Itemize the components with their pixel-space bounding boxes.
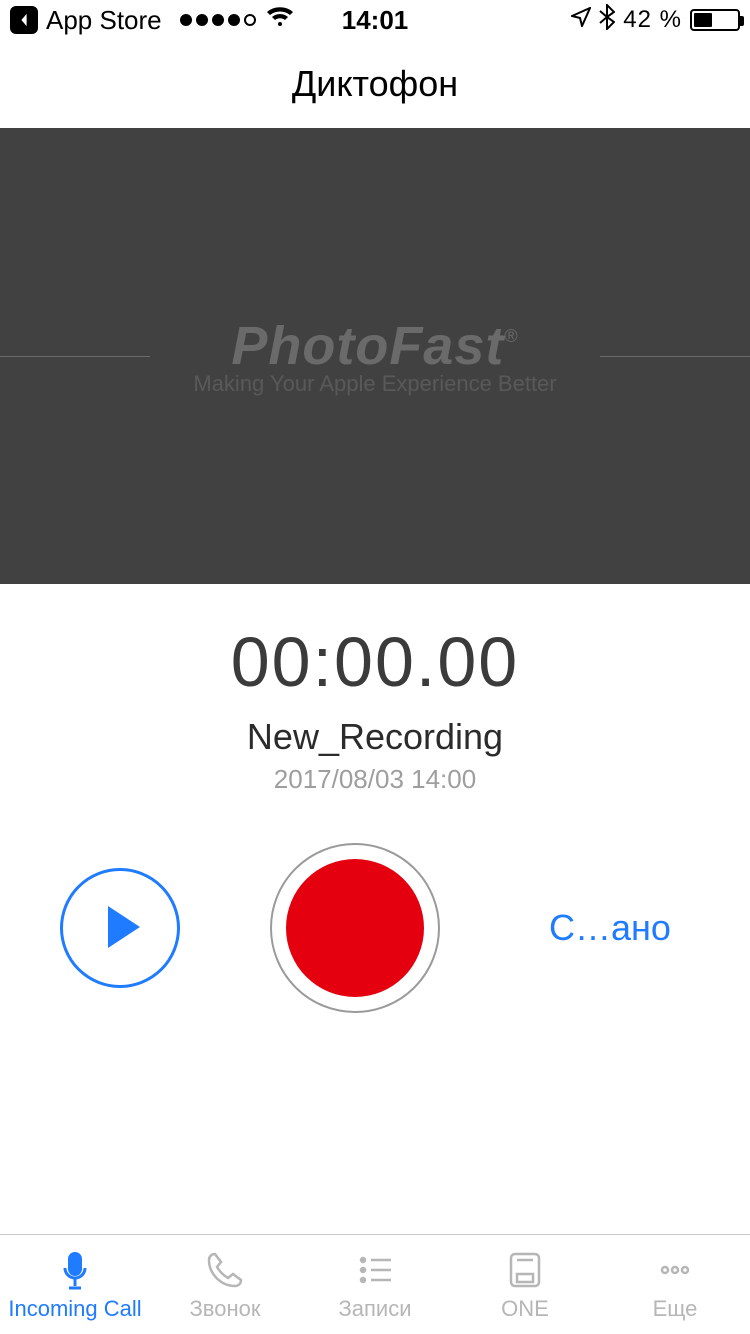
done-button[interactable]: С…ано <box>530 907 690 949</box>
recording-date: 2017/08/03 14:00 <box>0 764 750 795</box>
back-to-app-store[interactable]: App Store <box>10 5 162 36</box>
tab-label: Incoming Call <box>8 1296 141 1322</box>
tab-one[interactable]: ONE <box>450 1235 600 1334</box>
brand-registered: ® <box>504 326 518 346</box>
more-icon <box>653 1248 697 1292</box>
battery-icon <box>690 9 740 31</box>
tab-call[interactable]: Звонок <box>150 1235 300 1334</box>
tab-records[interactable]: Записи <box>300 1235 450 1334</box>
signal-strength-icon <box>180 14 256 26</box>
list-icon <box>353 1248 397 1292</box>
location-icon <box>571 6 591 34</box>
microphone-icon <box>53 1248 97 1292</box>
back-app-label: App Store <box>46 5 162 36</box>
waveform-area: PhotoFast® Making Your Apple Experience … <box>0 128 750 584</box>
recording-name: New_Recording <box>0 716 750 758</box>
tab-label: Еще <box>653 1296 698 1322</box>
tab-label: Звонок <box>190 1296 261 1322</box>
brand-logo: PhotoFast® <box>231 315 518 377</box>
tab-more[interactable]: Еще <box>600 1235 750 1334</box>
recording-timer: 00:00.00 <box>0 622 750 702</box>
back-chevron-icon <box>10 6 38 34</box>
tab-incoming-call[interactable]: Incoming Call <box>0 1235 150 1334</box>
play-button[interactable] <box>60 868 180 988</box>
recorder-controls: С…ано <box>0 843 750 1013</box>
play-icon <box>96 904 144 953</box>
battery-percent: 42 % <box>623 6 682 34</box>
tab-label: Записи <box>338 1296 411 1322</box>
record-icon <box>286 859 424 997</box>
record-button[interactable] <box>270 843 440 1013</box>
brand-name: PhotoFast <box>231 316 504 376</box>
status-bar: App Store 14:01 42 % <box>0 0 750 40</box>
phone-icon <box>203 1248 247 1292</box>
page-title: Диктофон <box>0 40 750 128</box>
bluetooth-icon <box>599 4 615 37</box>
device-icon <box>503 1248 547 1292</box>
tab-bar: Incoming Call Звонок Записи ONE Еще <box>0 1234 750 1334</box>
tab-label: ONE <box>501 1296 549 1322</box>
recording-meta: 00:00.00 New_Recording 2017/08/03 14:00 <box>0 584 750 795</box>
wifi-icon <box>266 6 294 35</box>
